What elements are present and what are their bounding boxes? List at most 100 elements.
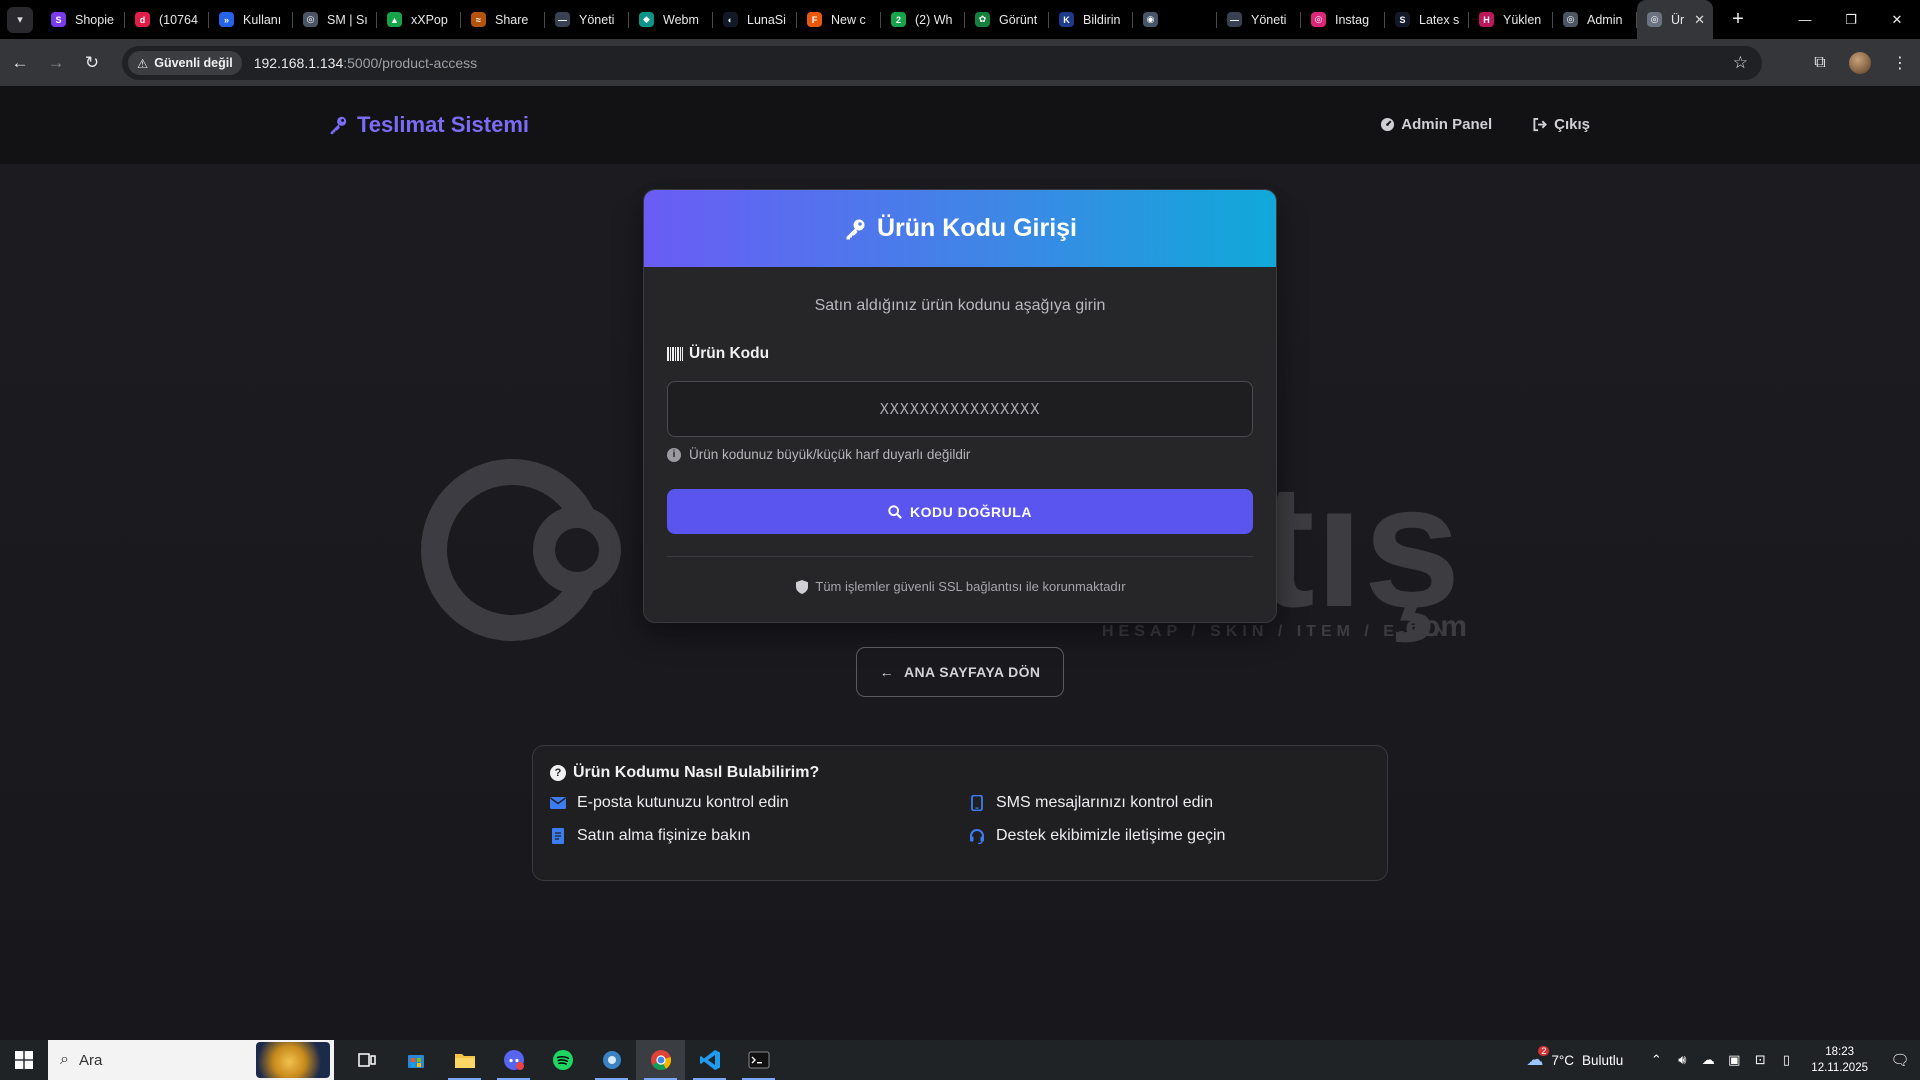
discord-icon[interactable] — [489, 1040, 538, 1080]
window-controls: — ❐ ✕ — [1782, 0, 1920, 39]
forward-arrow-icon[interactable]: → — [40, 47, 72, 79]
browser-tab[interactable]: S Shopie — [41, 0, 125, 39]
restore-icon[interactable]: ❐ — [1828, 0, 1874, 39]
tab-close-icon[interactable]: ✕ — [1694, 12, 1705, 28]
browser-tab[interactable]: ◉ — [1133, 0, 1217, 39]
barcode-icon — [667, 347, 683, 361]
help-item-email: E-posta kutunuzu kontrol edin — [550, 794, 789, 812]
volume-icon[interactable]: 🔊︎ — [1671, 1052, 1693, 1068]
store-icon[interactable] — [391, 1040, 440, 1080]
kebab-menu-icon[interactable]: ⋮ — [1880, 43, 1920, 83]
watermark-tagline: HESAP / SKIN / ITEM / E-PIN — [1102, 623, 1451, 640]
tab-title: Admin — [1587, 12, 1623, 27]
browser-tab[interactable]: S Latex s — [1385, 0, 1469, 39]
verify-code-button[interactable]: KODU DOĞRULA — [667, 489, 1253, 534]
spotify-icon[interactable] — [538, 1040, 587, 1080]
network-icon[interactable]: ⊡ — [1749, 1052, 1771, 1068]
chrome-icon[interactable] — [636, 1040, 685, 1080]
taskbar-search[interactable]: ⌕ Ara — [48, 1040, 334, 1080]
search-icon — [888, 504, 902, 519]
back-home-button[interactable]: ← ANA SAYFAYA DÖN — [856, 647, 1064, 697]
windows-start-icon[interactable] — [0, 1040, 48, 1080]
tab-title: Bildirin — [1083, 12, 1121, 27]
battery-icon[interactable]: ▯ — [1775, 1052, 1797, 1068]
browser-tab[interactable]: ≈ Share — [461, 0, 545, 39]
product-code-label: Ürün Kodu — [667, 345, 769, 363]
close-window-icon[interactable]: ✕ — [1874, 0, 1920, 39]
notification-icon[interactable]: 🗨︎ — [1880, 1051, 1920, 1069]
product-code-input[interactable] — [667, 381, 1253, 437]
profile-avatar[interactable] — [1840, 43, 1880, 83]
tab-title: Yüklen — [1503, 12, 1542, 27]
envelope-icon — [550, 797, 566, 809]
tab-favicon-icon: ◎ — [1647, 12, 1662, 27]
tab-title: (10764 — [159, 12, 198, 27]
taskbar-apps — [342, 1040, 783, 1080]
browser-tab[interactable]: — Yöneti — [545, 0, 629, 39]
security-chip[interactable]: ⚠ Güvenli değil — [128, 51, 242, 75]
tab-favicon-icon: » — [219, 12, 234, 27]
back-arrow-icon[interactable]: ← — [4, 47, 36, 79]
browser-tab-active[interactable]: ◎ Ür ✕ — [1637, 0, 1713, 39]
task-view-icon[interactable] — [342, 1040, 391, 1080]
browser-tab[interactable]: d (10764 — [125, 0, 209, 39]
tab-favicon-icon: ◆ — [639, 12, 654, 27]
ssl-note: Tüm işlemler güvenli SSL bağlantısı ile … — [644, 579, 1276, 594]
nav-links: Admin Panel Çıkış — [1380, 116, 1590, 133]
shield-icon — [796, 579, 809, 594]
new-tab-button[interactable]: + — [1723, 5, 1753, 35]
warning-triangle-icon: ⚠ — [137, 56, 149, 71]
help-item-support: Destek ekibimizle iletişime geçin — [969, 827, 1225, 845]
vscode-icon[interactable] — [685, 1040, 734, 1080]
tab-search-button[interactable]: ▾ — [7, 6, 33, 33]
key-icon — [330, 116, 347, 135]
gauge-icon — [1381, 117, 1395, 132]
browser-tab[interactable]: F New c — [797, 0, 881, 39]
tab-title: Yöneti — [1251, 12, 1287, 27]
browser-tab[interactable]: ▲ xXPop — [377, 0, 461, 39]
help-item-receipt: Satın alma fişinize bakın — [550, 827, 750, 845]
card-title: Ürün Kodu Girişi — [877, 214, 1077, 242]
clock[interactable]: 18:23 12.11.2025 — [1811, 1044, 1868, 1076]
browser-tab[interactable]: ◎ SM | Sı — [293, 0, 377, 39]
tab-title: Latex s — [1419, 12, 1460, 27]
settings-app-icon[interactable] — [587, 1040, 636, 1080]
tab-favicon-icon: S — [51, 12, 66, 27]
display-icon[interactable]: ▣ — [1723, 1052, 1745, 1068]
reload-icon[interactable]: ↻ — [76, 47, 108, 79]
sign-out-icon — [1533, 117, 1548, 132]
tab-favicon-icon: 2 — [891, 12, 906, 27]
onedrive-icon[interactable]: ☁ — [1697, 1052, 1719, 1068]
tab-favicon-icon: d — [135, 12, 150, 27]
browser-tab[interactable]: 2 (2) Wh — [881, 0, 965, 39]
browser-tab[interactable]: ◎ Instag — [1301, 0, 1385, 39]
bookmark-star-icon[interactable]: ☆ — [1733, 53, 1748, 73]
browser-tab[interactable]: ✿ Görünt — [965, 0, 1049, 39]
browser-tab[interactable]: ◎ Admin — [1553, 0, 1637, 39]
weather-widget[interactable]: ☁ 2 7°C Bulutlu — [1526, 1046, 1623, 1070]
card-divider — [667, 556, 1253, 557]
file-explorer-icon[interactable] — [440, 1040, 489, 1080]
browser-tab[interactable]: — Yöneti — [1217, 0, 1301, 39]
terminal-icon[interactable] — [734, 1040, 783, 1080]
url-text[interactable]: 192.168.1.134:5000/product-access — [254, 55, 477, 71]
case-hint: i Ürün kodunuz büyük/küçük harf duyarlı … — [667, 447, 970, 462]
address-bar[interactable]: ⚠ Güvenli değil 192.168.1.134:5000/produ… — [122, 46, 1762, 80]
minimize-icon[interactable]: — — [1782, 0, 1828, 39]
search-icon: ⌕ — [60, 1051, 69, 1068]
tab-title: Ür — [1671, 12, 1685, 27]
browser-tab[interactable]: ◐ LunaSi — [713, 0, 797, 39]
extensions-icon[interactable]: ⧉ — [1800, 43, 1840, 83]
tab-favicon-icon: — — [555, 12, 570, 27]
browser-tab[interactable]: K Bildirin — [1049, 0, 1133, 39]
brand-link[interactable]: Teslimat Sistemi — [327, 112, 529, 138]
chevron-up-icon[interactable]: ⌃ — [1645, 1052, 1667, 1068]
browser-tab[interactable]: H Yüklen — [1469, 0, 1553, 39]
tab-favicon-icon: H — [1479, 12, 1494, 27]
nav-logout[interactable]: Çıkış — [1532, 116, 1590, 133]
nav-admin-panel[interactable]: Admin Panel — [1380, 116, 1492, 133]
browser-tab[interactable]: » Kullanı — [209, 0, 293, 39]
windows-taskbar: ⌕ Ara ☁ 2 7°C Bulutlu ⌃ 🔊︎ ☁ ▣ ⊡ ▯ 18:23 … — [0, 1040, 1920, 1080]
tab-title: New c — [831, 12, 866, 27]
browser-tab[interactable]: ◆ Webm — [629, 0, 713, 39]
